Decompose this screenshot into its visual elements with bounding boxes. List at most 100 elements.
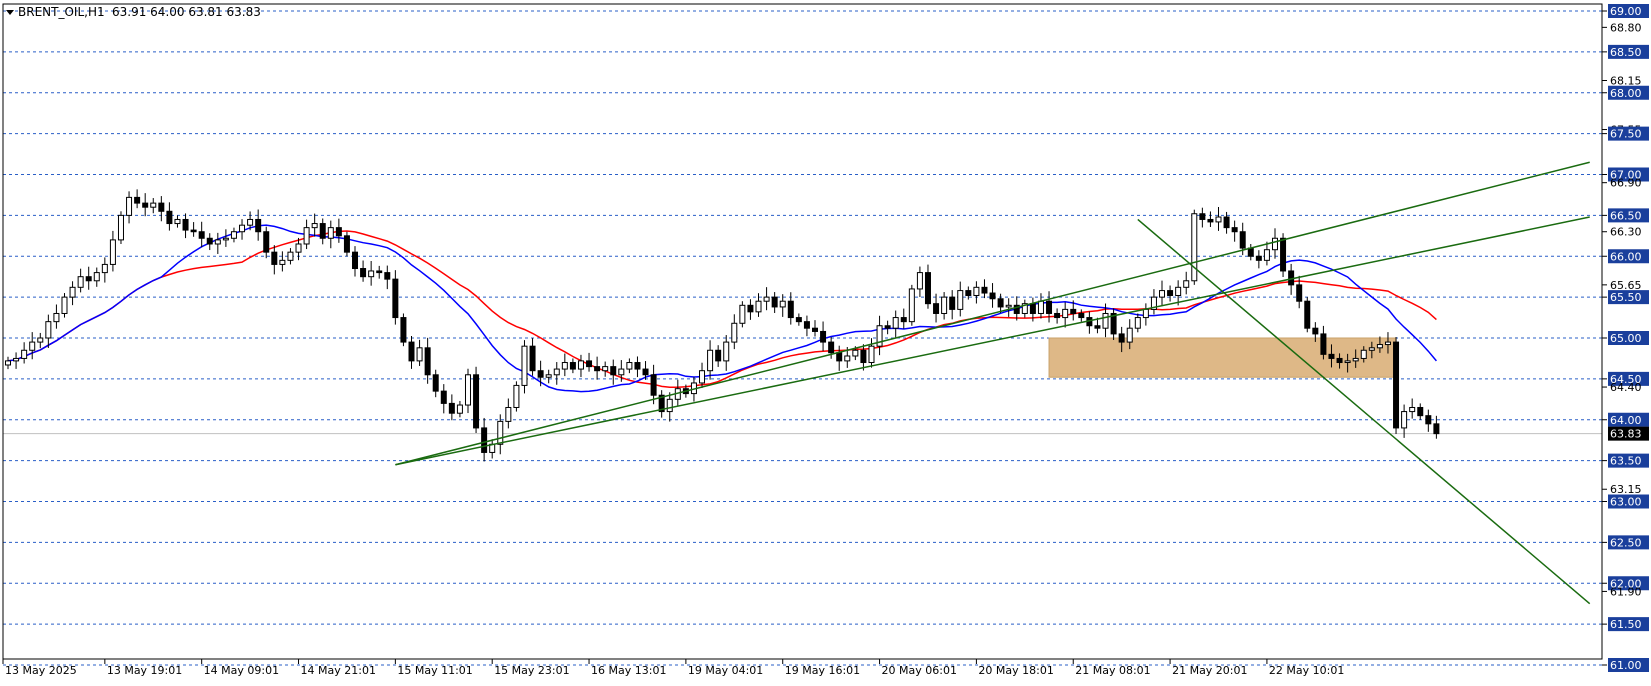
candle-bullish [174,218,181,225]
candle-bearish [376,270,383,274]
candle-bullish [230,231,237,239]
current-price-label: 63.83 [1610,428,1642,441]
candle-bullish [464,374,471,406]
candle-bearish [997,298,1004,308]
candle-bullish [505,406,512,422]
candle-bullish [101,263,108,274]
time-tick-label: 19 May 16:01 [785,664,860,677]
candle-bullish [117,214,124,241]
candle-bullish [561,362,568,370]
candle-bullish [1401,411,1408,429]
candle-bullish [5,360,11,366]
candle-bullish [150,202,157,208]
price-tick-label: 64.40 [1610,381,1642,394]
candle-bearish [529,345,536,372]
candle-bearish [634,362,641,370]
candle-bearish [1167,290,1174,296]
price-level-label: 65.50 [1610,291,1642,304]
candle-bearish [473,374,480,429]
candle-bearish [1054,312,1061,319]
time-tick-label: 22 May 10:01 [1269,664,1344,677]
time-tick-label: 20 May 18:01 [978,664,1053,677]
candle-bullish [368,270,375,278]
candle-bullish [892,317,899,329]
candle-bearish [1393,341,1400,429]
candle-bearish [343,235,350,253]
candle-bearish [771,296,778,308]
candle-bearish [448,402,455,414]
price-level-label: 64.00 [1610,414,1642,427]
candle-bullish [618,368,625,376]
candle-bullish [214,239,221,245]
candle-bearish [142,202,149,208]
candle-bearish [263,231,270,253]
candle-bullish [916,272,923,290]
candle-bearish [352,251,359,270]
candle-bullish [868,345,875,364]
candle-bearish [182,218,189,231]
candle-bullish [311,223,318,229]
support-zone [1048,337,1397,378]
candle-bearish [795,317,802,323]
candle-bullish [222,237,229,241]
candle-bullish [1175,286,1182,296]
candle-bearish [1255,255,1262,261]
time-tick-label: 21 May 20:01 [1172,664,1247,677]
candle-bearish [1029,303,1036,314]
candle-bullish [545,374,552,378]
support-zone-box[interactable] [1048,337,1397,378]
candle-bullish [699,370,706,384]
candle-bullish [1159,290,1166,298]
ohlc-values: 63.91 64.00 63.81 63.83 [112,5,261,19]
candle-bearish [1046,300,1053,314]
candle-bearish [1296,284,1303,302]
candle-bullish [973,286,980,296]
candle-bearish [134,196,141,204]
candle-bullish [45,321,52,339]
candle-bearish [360,268,367,278]
candle-bearish [965,290,972,296]
candle-bearish [1312,327,1319,335]
candle-bearish [747,304,754,313]
candle-bearish [860,349,867,364]
time-tick-label: 15 May 23:01 [494,664,569,677]
candle-bullish [109,239,116,265]
candle-bearish [989,292,996,300]
time-tick-label: 20 May 06:01 [882,664,957,677]
candle-bearish [198,231,205,239]
price-level-label: 66.00 [1610,250,1642,263]
candle-bearish [820,330,827,343]
chart-window[interactable]: 69.0068.8068.5068.1568.0067.5567.5067.00… [0,0,1651,682]
price-level-label: 65.00 [1610,332,1642,345]
symbol-label: BRENT_OIL,H1 [18,5,105,19]
candle-bullish [908,288,915,323]
candle-bearish [1247,247,1254,257]
candle-bearish [610,366,617,376]
candle-bullish [666,398,673,413]
candle-bearish [715,349,722,362]
candle-bearish [271,251,278,265]
candle-bullish [21,349,28,359]
candle-bullish [723,341,730,362]
candle-bullish [77,276,84,288]
candle-bearish [1070,308,1077,314]
time-tick-label: 13 May 2025 [5,664,77,677]
time-tick-label: 13 May 19:01 [107,664,182,677]
candle-bearish [85,276,92,282]
candle-bullish [29,341,36,351]
candle-bullish [852,349,859,357]
price-level-label: 62.50 [1610,536,1642,549]
candle-bullish [513,384,520,408]
candle-bullish [1271,237,1278,251]
candle-bullish [1368,347,1375,351]
candle-bearish [384,272,391,280]
price-chart[interactable]: 69.0068.8068.5068.1568.0067.5567.5067.00… [0,0,1651,682]
candle-bullish [13,357,20,362]
candle-bullish [1376,344,1383,349]
candle-bullish [279,259,286,265]
candle-bearish [1417,406,1424,417]
candle-bearish [812,327,818,332]
candle-bullish [497,420,504,445]
candle-bearish [206,237,213,245]
candle-bullish [1360,349,1367,359]
